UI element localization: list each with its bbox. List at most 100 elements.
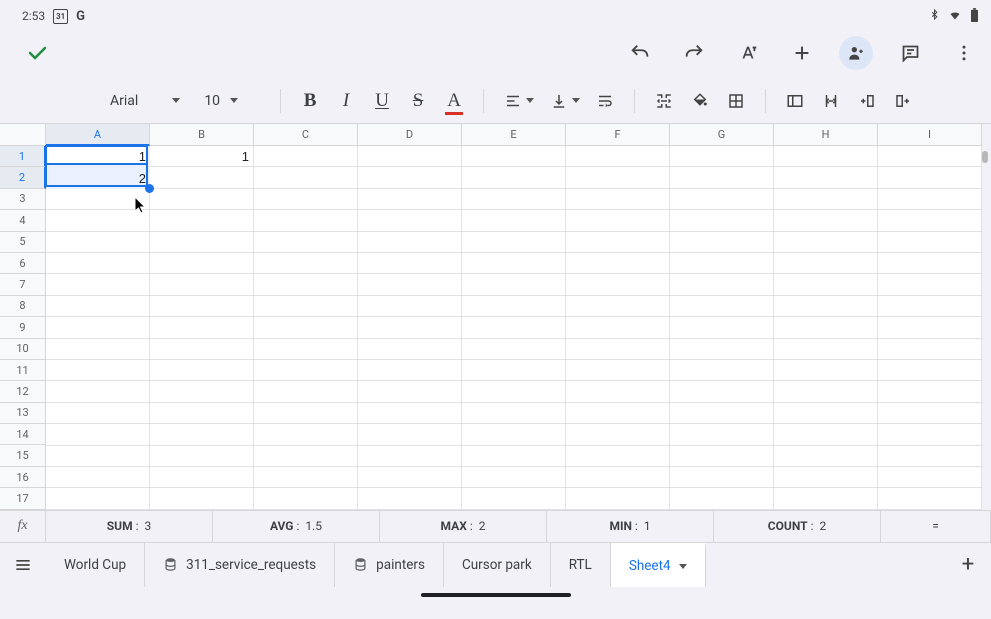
cell[interactable] [774,446,878,467]
cell[interactable] [46,467,150,488]
accept-checkmark-button[interactable] [20,36,54,70]
sheet-tab[interactable]: RTL [551,543,611,587]
cell[interactable] [358,317,462,338]
cell[interactable] [358,210,462,231]
cell[interactable] [254,317,358,338]
cell[interactable] [46,296,150,317]
cell[interactable] [46,253,150,274]
cell[interactable] [774,274,878,295]
cell[interactable] [358,467,462,488]
borders-button[interactable] [725,90,747,112]
cell[interactable] [150,446,254,467]
cell[interactable] [878,403,982,424]
freeze-button[interactable] [784,90,806,112]
cell[interactable] [358,360,462,381]
cell[interactable] [774,253,878,274]
cell[interactable] [358,253,462,274]
cell[interactable] [358,424,462,445]
sheet-tab[interactable]: Cursor park [444,543,551,587]
cell[interactable] [566,403,670,424]
cell[interactable] [46,488,150,509]
cell[interactable] [150,339,254,360]
cell[interactable] [878,296,982,317]
cell[interactable] [150,296,254,317]
cell[interactable] [670,446,774,467]
cell[interactable] [358,274,462,295]
sheet-tab[interactable]: 311_service_requests [145,543,335,587]
cell[interactable] [566,167,670,188]
cell[interactable] [566,146,670,167]
cell[interactable] [670,317,774,338]
cell[interactable] [462,424,566,445]
cell[interactable] [878,167,982,188]
cell[interactable] [878,360,982,381]
row-header[interactable]: 15 [0,445,46,466]
cell[interactable] [254,274,358,295]
cell[interactable] [774,232,878,253]
cell[interactable] [774,424,878,445]
cell[interactable] [358,146,462,167]
cell[interactable] [254,467,358,488]
sheet-tab[interactable]: painters [335,543,444,587]
cell[interactable] [566,424,670,445]
cell[interactable]: 1 [150,146,254,167]
row-header[interactable]: 8 [0,296,46,317]
cell[interactable] [878,274,982,295]
select-all-corner[interactable] [0,124,46,146]
cell[interactable] [566,232,670,253]
text-color-button[interactable]: A [443,90,465,112]
cell[interactable] [774,488,878,509]
row-header[interactable]: 5 [0,232,46,253]
stat-min[interactable]: MIN: 1 [547,511,714,542]
cell[interactable] [462,360,566,381]
cell[interactable] [462,232,566,253]
cell[interactable] [150,274,254,295]
row-header[interactable]: 13 [0,403,46,424]
row-header[interactable]: 14 [0,424,46,445]
cell[interactable] [774,167,878,188]
column-header[interactable]: D [358,124,462,146]
cell[interactable] [150,467,254,488]
cell[interactable] [150,253,254,274]
cell[interactable] [774,403,878,424]
cell[interactable] [358,403,462,424]
cell[interactable] [46,360,150,381]
bold-button[interactable]: B [299,90,321,112]
cell[interactable] [254,446,358,467]
stat-count[interactable]: COUNT: 2 [714,511,881,542]
cell[interactable] [774,381,878,402]
cell[interactable] [254,296,358,317]
stat-formula[interactable]: = [881,511,991,542]
cell[interactable] [462,274,566,295]
cell[interactable] [254,167,358,188]
cell[interactable] [878,253,982,274]
cell[interactable] [46,317,150,338]
row-header[interactable]: 12 [0,381,46,402]
cell[interactable] [254,146,358,167]
row-header[interactable]: 16 [0,467,46,488]
vertical-align-button[interactable] [548,90,580,112]
share-person-button[interactable] [839,36,873,70]
cell[interactable] [774,339,878,360]
column-header[interactable]: F [566,124,670,146]
cell[interactable] [566,296,670,317]
cell[interactable] [670,296,774,317]
stat-avg[interactable]: AVG: 1.5 [213,511,380,542]
cell[interactable] [566,189,670,210]
cell[interactable] [46,424,150,445]
cell[interactable] [774,189,878,210]
column-header[interactable]: H [774,124,878,146]
italic-button[interactable]: I [335,90,357,112]
more-menu-button[interactable] [947,36,981,70]
cell[interactable] [462,467,566,488]
cell[interactable] [462,403,566,424]
cell[interactable] [358,488,462,509]
cell[interactable] [670,274,774,295]
underline-button[interactable]: U [371,90,393,112]
cell[interactable] [878,467,982,488]
cell[interactable] [254,403,358,424]
column-header[interactable]: E [462,124,566,146]
cell[interactable] [254,424,358,445]
row-header[interactable]: 4 [0,210,46,231]
cell[interactable] [150,189,254,210]
